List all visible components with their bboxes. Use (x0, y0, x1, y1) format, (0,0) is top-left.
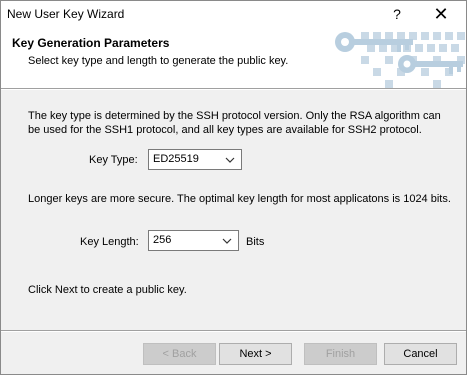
header-subtitle: Select key type and length to generate t… (28, 55, 289, 67)
footer-divider (1, 330, 466, 332)
title-bar: New User Key Wizard ? ✕ (1, 1, 466, 28)
help-button[interactable]: ? (377, 1, 417, 28)
chevron-down-icon (225, 157, 235, 163)
header-title: Key Generation Parameters (12, 36, 170, 50)
window-title: New User Key Wizard (7, 7, 125, 21)
finish-button[interactable]: Finish (304, 343, 377, 365)
keys-banner-icon (301, 28, 466, 88)
key-length-value: 256 (153, 234, 172, 246)
key-type-label: Key Type: (89, 154, 138, 166)
wizard-window: New User Key Wizard ? ✕ Key Generation P… (0, 0, 467, 375)
key-type-description: The key type is determined by the SSH pr… (28, 110, 441, 136)
key-length-note: Longer keys are more secure. The optimal… (28, 193, 451, 205)
chevron-down-icon (222, 238, 232, 244)
header-divider (1, 88, 466, 90)
bits-unit-label: Bits (246, 236, 265, 248)
key-type-value: ED25519 (153, 153, 199, 165)
key-length-select[interactable]: 256 (148, 230, 239, 251)
back-button[interactable]: < Back (143, 343, 216, 365)
close-button[interactable]: ✕ (421, 1, 461, 28)
next-button[interactable]: Next > (219, 343, 292, 365)
wizard-header: Key Generation Parameters Select key typ… (1, 28, 466, 88)
click-next-hint: Click Next to create a public key. (28, 284, 187, 296)
cancel-button[interactable]: Cancel (384, 343, 457, 365)
key-type-select[interactable]: ED25519 (148, 149, 242, 170)
key-length-label: Key Length: (80, 236, 139, 248)
